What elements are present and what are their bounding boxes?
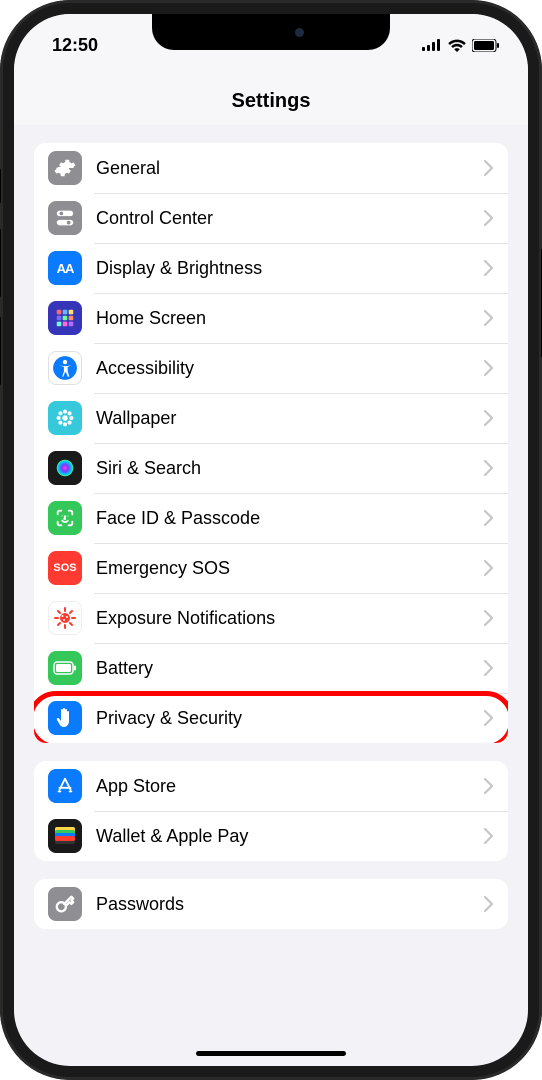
notch [152, 14, 390, 50]
chevron-right-icon [484, 160, 494, 176]
volume-up [0, 228, 1, 298]
row-accessibility[interactable]: Accessibility [34, 343, 508, 393]
exposure-icon [48, 601, 82, 635]
row-label: Siri & Search [96, 458, 484, 479]
row-label: General [96, 158, 484, 179]
settings-group-store: App Store Wallet & Apple Pay [34, 761, 508, 861]
row-label: Wallet & Apple Pay [96, 826, 484, 847]
accessibility-icon [48, 351, 82, 385]
row-label: Accessibility [96, 358, 484, 379]
chevron-right-icon [484, 610, 494, 626]
row-control-center[interactable]: Control Center [34, 193, 508, 243]
chevron-right-icon [484, 660, 494, 676]
settings-group-passwords: Passwords [34, 879, 508, 929]
chevron-right-icon [484, 510, 494, 526]
volume-down [0, 316, 1, 386]
text-size-icon: AA [48, 251, 82, 285]
row-label: Exposure Notifications [96, 608, 484, 629]
key-icon [48, 887, 82, 921]
row-privacy-security[interactable]: Privacy & Security [34, 693, 508, 743]
row-exposure[interactable]: Exposure Notifications [34, 593, 508, 643]
wallet-icon [48, 819, 82, 853]
app-grid-icon [48, 301, 82, 335]
row-wallpaper[interactable]: Wallpaper [34, 393, 508, 443]
row-app-store[interactable]: App Store [34, 761, 508, 811]
switches-icon [48, 201, 82, 235]
chevron-right-icon [484, 210, 494, 226]
chevron-right-icon [484, 560, 494, 576]
settings-group-device: General Control Center AA Display & Brig… [34, 143, 508, 743]
row-label: Privacy & Security [96, 708, 484, 729]
row-label: Emergency SOS [96, 558, 484, 579]
signal-icon [422, 39, 442, 51]
row-battery[interactable]: Battery [34, 643, 508, 693]
appstore-icon [48, 769, 82, 803]
row-label: Battery [96, 658, 484, 679]
row-label: Home Screen [96, 308, 484, 329]
row-label: Display & Brightness [96, 258, 484, 279]
chevron-right-icon [484, 710, 494, 726]
chevron-right-icon [484, 896, 494, 912]
row-label: Control Center [96, 208, 484, 229]
row-label: Passwords [96, 894, 484, 915]
header: Settings [14, 64, 528, 125]
home-indicator[interactable] [196, 1051, 346, 1056]
chevron-right-icon [484, 260, 494, 276]
row-sos[interactable]: SOS Emergency SOS [34, 543, 508, 593]
row-label: App Store [96, 776, 484, 797]
row-siri[interactable]: Siri & Search [34, 443, 508, 493]
mute-switch [0, 168, 1, 204]
row-home-screen[interactable]: Home Screen [34, 293, 508, 343]
wifi-icon [448, 39, 466, 52]
row-wallet[interactable]: Wallet & Apple Pay [34, 811, 508, 861]
chevron-right-icon [484, 828, 494, 844]
chevron-right-icon [484, 310, 494, 326]
status-time: 12:50 [52, 35, 98, 56]
row-passwords[interactable]: Passwords [34, 879, 508, 929]
page-title: Settings [14, 90, 528, 113]
hand-icon [48, 701, 82, 735]
chevron-right-icon [484, 360, 494, 376]
row-faceid[interactable]: Face ID & Passcode [34, 493, 508, 543]
row-label: Face ID & Passcode [96, 508, 484, 529]
row-display-brightness[interactable]: AA Display & Brightness [34, 243, 508, 293]
battery-full-icon [48, 651, 82, 685]
phone-frame: 12:50 Settings [0, 0, 542, 1080]
chevron-right-icon [484, 778, 494, 794]
flower-icon [48, 401, 82, 435]
chevron-right-icon [484, 410, 494, 426]
screen: 12:50 Settings [14, 14, 528, 1066]
row-label: Wallpaper [96, 408, 484, 429]
faceid-icon [48, 501, 82, 535]
gear-icon [48, 151, 82, 185]
row-general[interactable]: General [34, 143, 508, 193]
chevron-right-icon [484, 460, 494, 476]
settings-list[interactable]: General Control Center AA Display & Brig… [14, 125, 528, 1057]
battery-icon [472, 39, 500, 52]
siri-icon [48, 451, 82, 485]
sos-icon: SOS [48, 551, 82, 585]
